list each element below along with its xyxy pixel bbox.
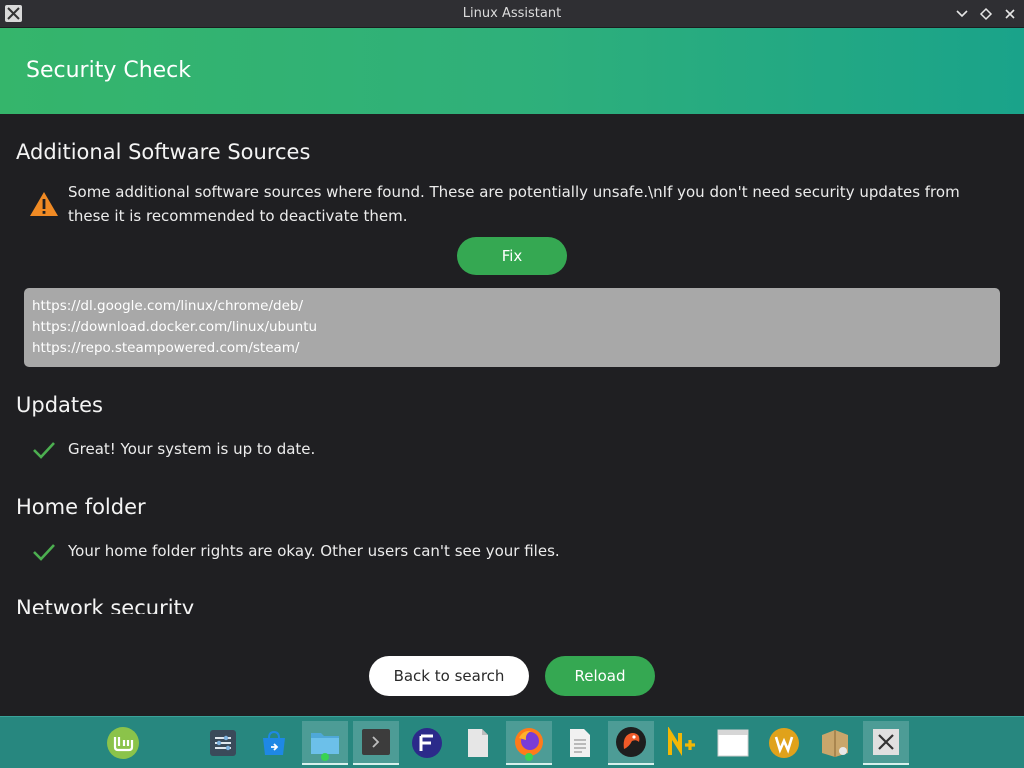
software-sources-list[interactable]: https://dl.google.com/linux/chrome/deb/ … (24, 288, 1000, 367)
sources-warning-line1: Some additional software sources where f… (68, 183, 960, 201)
archive-manager-icon[interactable] (812, 721, 858, 765)
footer-actions: Back to search Reload (0, 614, 1024, 716)
sources-warning-message: Some additional software sources where f… (68, 180, 960, 228)
list-item: https://repo.steampowered.com/steam/ (32, 340, 300, 356)
fix-button[interactable]: Fix (457, 237, 567, 275)
notepadqq-icon[interactable] (659, 721, 705, 765)
back-to-search-button[interactable]: Back to search (369, 656, 529, 696)
running-indicator (525, 753, 533, 761)
app-w-icon[interactable] (761, 721, 807, 765)
section-title-network: Network security (16, 596, 195, 614)
close-icon[interactable] (1001, 5, 1019, 23)
page-title: Security Check (26, 58, 192, 83)
firefox-icon[interactable] (506, 721, 552, 765)
sources-warning-line2: these it is recommended to deactivate th… (68, 207, 408, 225)
window-titlebar: Linux Assistant (0, 0, 1024, 28)
security-check-content[interactable]: Additional Software Sources Some additio… (0, 114, 1024, 614)
warning-icon (28, 190, 60, 218)
section-title-updates: Updates (16, 393, 103, 417)
terminal-icon[interactable] (353, 721, 399, 765)
running-indicator (321, 753, 329, 761)
file-manager-icon[interactable] (302, 721, 348, 765)
text-document-icon[interactable] (557, 721, 603, 765)
list-item: https://dl.google.com/linux/chrome/deb/ (32, 298, 304, 314)
section-title-sources: Additional Software Sources (16, 140, 311, 164)
page-header: Security Check (0, 28, 1024, 114)
updates-message: Great! Your system is up to date. (68, 440, 316, 458)
list-item: https://download.docker.com/linux/ubuntu (32, 319, 318, 335)
parrot-app-icon[interactable] (608, 721, 654, 765)
minimize-chevron-icon[interactable] (953, 5, 971, 23)
taskbar (0, 716, 1024, 768)
check-icon (32, 542, 56, 562)
settings-sliders-icon[interactable] (200, 721, 246, 765)
app-f-icon[interactable] (404, 721, 450, 765)
linux-assistant-icon[interactable] (863, 721, 909, 765)
linux-mint-menu-icon[interactable] (100, 721, 146, 765)
reload-button[interactable]: Reload (545, 656, 655, 696)
section-title-home-folder: Home folder (16, 495, 146, 519)
blank-document-icon[interactable] (455, 721, 501, 765)
home-folder-message: Your home folder rights are okay. Other … (68, 542, 560, 560)
window-icon[interactable] (710, 721, 756, 765)
maximize-diamond-icon[interactable] (977, 5, 995, 23)
check-icon (32, 440, 56, 460)
software-store-icon[interactable] (251, 721, 297, 765)
window-title: Linux Assistant (462, 6, 562, 21)
